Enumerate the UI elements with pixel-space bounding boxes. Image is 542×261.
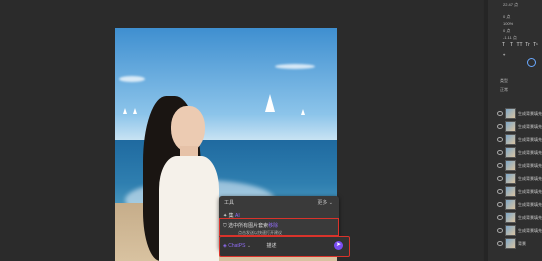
layer-thumbnail bbox=[505, 199, 516, 210]
prop-value[interactable]: 0 点 bbox=[503, 14, 510, 20]
layer-item[interactable]: 生成背景填充 bbox=[497, 107, 542, 120]
layer-thumbnail bbox=[505, 160, 516, 171]
layer-thumbnail bbox=[505, 225, 516, 236]
eye-icon[interactable] bbox=[497, 202, 503, 207]
layer-item[interactable]: 生成背景填充 bbox=[497, 146, 542, 159]
layer-item[interactable]: 生成背景填充 bbox=[497, 224, 542, 237]
eye-icon[interactable] bbox=[497, 176, 503, 181]
eye-icon[interactable] bbox=[497, 163, 503, 168]
panel-title: 工具 bbox=[224, 200, 235, 206]
layer-thumbnail bbox=[505, 108, 516, 119]
send-button[interactable]: ➤ bbox=[334, 241, 343, 250]
eye-icon[interactable] bbox=[497, 215, 503, 220]
eye-icon[interactable] bbox=[497, 241, 503, 246]
cloud bbox=[119, 76, 145, 82]
chat-input[interactable]: ◈ ChatPS ⌄ 描述 ➤ bbox=[219, 236, 350, 257]
layer-thumbnail bbox=[505, 173, 516, 184]
bold-button[interactable]: T bbox=[500, 42, 507, 49]
prop-value[interactable]: 22.47 点 bbox=[503, 2, 518, 8]
sailboat bbox=[265, 94, 275, 112]
layer-item[interactable]: 生成背景填充 bbox=[497, 159, 542, 172]
italic-button[interactable]: T bbox=[508, 42, 515, 49]
superscript-button[interactable]: T¹ bbox=[532, 42, 539, 49]
layer-item[interactable]: 生成背景填充 bbox=[497, 172, 542, 185]
layer-item[interactable]: 生成背景填充 bbox=[497, 133, 542, 146]
layer-item[interactable]: 背景 bbox=[497, 237, 542, 250]
eye-icon[interactable] bbox=[497, 111, 503, 116]
document-canvas[interactable]: 工具 更多 ⌄ ✦ 集 AI ⛉ 选中所有图片套索移除 点击发送以快速打开建议 … bbox=[0, 0, 483, 261]
prop-value[interactable]: 100% bbox=[503, 21, 513, 26]
layer-item[interactable]: 生成背景填充 bbox=[497, 198, 542, 211]
eye-icon[interactable] bbox=[497, 228, 503, 233]
sailboat bbox=[133, 108, 137, 114]
prop-value[interactable]: 0 点 bbox=[503, 28, 510, 34]
eye-icon[interactable] bbox=[497, 137, 503, 142]
layer-item[interactable]: 生成背景填充 bbox=[497, 185, 542, 198]
sailboat bbox=[301, 109, 305, 115]
layer-item[interactable]: 生成背景填充 bbox=[497, 120, 542, 133]
smallcaps-button[interactable]: Tr bbox=[524, 42, 531, 49]
suggestion-item[interactable]: ⛉ 选中所有图片套索移除 点击发送以快速打开建议 bbox=[219, 218, 339, 236]
scrollbar[interactable] bbox=[484, 0, 488, 261]
shield-icon: ⛉ bbox=[223, 223, 227, 229]
layer-thumbnail bbox=[505, 212, 516, 223]
prop-value[interactable]: -1.11 点 bbox=[503, 35, 517, 41]
cloud bbox=[275, 64, 315, 69]
allcaps-button[interactable]: TT bbox=[516, 42, 523, 49]
layer-thumbnail bbox=[505, 147, 516, 158]
wand-icon[interactable]: ⌖ bbox=[503, 52, 505, 57]
layer-thumbnail bbox=[505, 186, 516, 197]
layer-thumbnail bbox=[505, 121, 516, 132]
layer-thumbnail bbox=[505, 134, 516, 145]
link-icon[interactable] bbox=[527, 58, 536, 67]
filter-type[interactable]: 类型 bbox=[500, 78, 508, 84]
blend-mode[interactable]: 正常 bbox=[500, 87, 508, 93]
eye-icon[interactable] bbox=[497, 189, 503, 194]
layer-thumbnail bbox=[505, 238, 516, 249]
sailboat bbox=[123, 108, 127, 114]
layer-item[interactable]: 生成背景填充 bbox=[497, 211, 542, 224]
woman-dress bbox=[159, 156, 219, 261]
chatps-logo-icon: ◈ bbox=[223, 243, 227, 249]
eye-icon[interactable] bbox=[497, 150, 503, 155]
eye-icon[interactable] bbox=[497, 124, 503, 129]
more-button[interactable]: 更多 ⌄ bbox=[317, 199, 333, 206]
